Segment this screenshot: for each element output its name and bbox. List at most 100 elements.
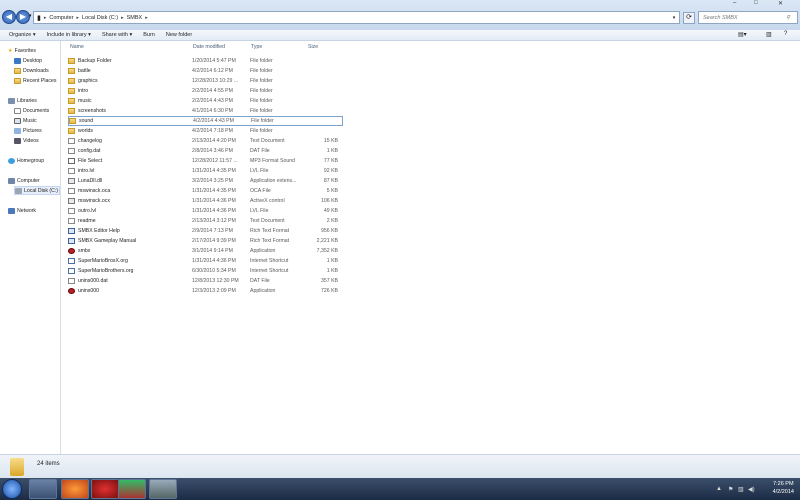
column-header-date[interactable]: Date modified <box>193 44 225 50</box>
taskbar-paint[interactable] <box>149 479 177 499</box>
nav-homegroup[interactable]: Homegroup <box>8 156 44 165</box>
file-date: 1/31/2014 4:36 PM <box>192 198 236 204</box>
view-options-icon[interactable]: ▤▾ <box>738 31 747 38</box>
breadcrumb-smbx[interactable]: SMBX <box>127 15 143 21</box>
file-name: intro <box>78 88 89 94</box>
folder-icon <box>68 98 75 104</box>
column-header-size[interactable]: Size <box>308 44 318 50</box>
file-size: 5 KB <box>326 188 338 194</box>
table-row[interactable]: unins000.dat 12/8/2013 12:30 PM DAT File 35… <box>68 276 342 286</box>
table-row[interactable]: screenshots 4/1/2014 6:30 PM File folder <box>68 106 342 116</box>
table-row[interactable]: battle 4/2/2014 6:12 PM File folder <box>68 66 342 76</box>
table-row[interactable]: sound 4/2/2014 4:43 PM File folder <box>68 116 343 126</box>
nav-favorites[interactable]: ★ Favorites <box>8 46 36 55</box>
table-row[interactable]: unins000 12/3/2013 2:09 PM Application 726 … <box>68 286 342 296</box>
documents-icon <box>14 107 21 114</box>
preview-pane-icon[interactable]: ▥ <box>766 31 772 38</box>
help-icon[interactable]: ? <box>784 31 787 37</box>
doc-icon <box>68 168 75 174</box>
nav-network[interactable]: Network <box>8 206 36 215</box>
file-type: File folder <box>251 118 274 124</box>
address-bar[interactable]: ▮ ▸ Computer ▸ Local Disk (C:) ▸ SMBX ▸ … <box>33 11 680 24</box>
nav-recent-places[interactable]: Recent Places <box>14 76 56 85</box>
navigation-pane: ★ Favorites Desktop Downloads Recent Plac… <box>0 41 61 454</box>
file-size: 357 KB <box>320 278 338 284</box>
file-type: File folder <box>250 128 273 134</box>
recent-pages-dropdown[interactable]: ▾ <box>29 13 32 19</box>
nav-downloads[interactable]: Downloads <box>14 66 49 75</box>
table-row[interactable]: graphics 12/28/2013 10:29 ... File folder <box>68 76 342 86</box>
minimize-button[interactable]: – <box>733 0 736 6</box>
maximize-button[interactable]: □ <box>754 0 758 6</box>
search-box[interactable]: ⚲ <box>698 11 798 24</box>
doc-icon <box>68 218 75 224</box>
file-type: MP3 Format Sound <box>250 158 295 164</box>
column-header-type[interactable]: Type <box>251 44 262 50</box>
organize-button[interactable]: Organize ▾ <box>9 32 36 38</box>
taskbar-explorer[interactable] <box>29 479 57 499</box>
nav-libraries[interactable]: Libraries <box>8 96 37 105</box>
table-row[interactable]: SMBX Gameplay Manual 2/17/2014 9:39 PM Ric… <box>68 236 342 246</box>
file-type: Internet Shortcut <box>250 268 289 274</box>
table-row[interactable]: Backup Folder 1/20/2014 5:47 PM File folde… <box>68 56 342 66</box>
breadcrumb-computer[interactable]: Computer <box>49 15 73 21</box>
refresh-button[interactable]: ⟳ <box>683 12 695 24</box>
column-header-name[interactable]: Name <box>70 44 84 50</box>
new-folder-button[interactable]: New folder <box>166 32 192 38</box>
table-row[interactable]: music 2/2/2014 4:43 PM File folder <box>68 96 342 106</box>
include-in-library-button[interactable]: Include in library ▾ <box>47 32 91 38</box>
nav-music[interactable]: Music <box>14 116 37 125</box>
table-row[interactable]: changelog 2/13/2014 4:20 PM Text Document 1… <box>68 136 342 146</box>
folder-icon <box>68 108 75 114</box>
table-row[interactable]: File Select 12/28/2012 11:57 ... MP3 Forma… <box>68 156 342 166</box>
clock[interactable]: 7:26 PM 4/2/2014 <box>773 480 794 496</box>
lnk-icon <box>68 258 75 264</box>
flag-icon[interactable]: ⚑ <box>728 486 733 493</box>
file-size: 2,221 KB <box>316 238 338 244</box>
doc-icon <box>68 138 75 144</box>
share-with-button[interactable]: Share with ▾ <box>102 32 132 38</box>
taskbar-firefox[interactable] <box>61 479 89 499</box>
nav-local-disk[interactable]: Local Disk (C:) <box>14 186 60 195</box>
taskbar-game[interactable] <box>118 479 146 499</box>
table-row[interactable]: intro 2/2/2014 4:55 PM File folder <box>68 86 342 96</box>
file-name: changelog <box>78 138 102 144</box>
forward-button[interactable]: ▶ <box>16 10 30 24</box>
file-size: 87 KB <box>323 178 338 184</box>
file-date: 2/2/2014 4:43 PM <box>192 98 233 104</box>
table-row[interactable]: worlds 4/2/2014 7:18 PM File folder <box>68 126 342 136</box>
file-date: 1/20/2014 5:47 PM <box>192 58 236 64</box>
start-button[interactable] <box>2 479 22 499</box>
nav-computer[interactable]: Computer <box>8 176 40 185</box>
rtf-icon <box>68 238 75 244</box>
table-row[interactable]: SuperMarioBrothers.org 6/30/2010 5:34 PM I… <box>68 266 342 276</box>
back-button[interactable]: ◀ <box>2 10 16 24</box>
tray-expand-icon[interactable]: ▲ <box>716 486 722 492</box>
file-name: screenshots <box>78 108 106 114</box>
chevron-down-icon[interactable]: ▾ <box>669 15 679 21</box>
pictures-icon <box>14 127 21 134</box>
rtf-icon <box>68 228 75 234</box>
table-row[interactable]: outro.lvl 1/31/2014 4:36 PM LVL File 49 KB <box>68 206 342 216</box>
table-row[interactable]: mswinsck.ocx 1/31/2014 4:36 PM ActiveX con… <box>68 196 342 206</box>
file-name: mswinsck.ocx <box>78 198 110 204</box>
search-input[interactable] <box>703 14 783 21</box>
network-tray-icon[interactable]: ▥ <box>738 486 744 493</box>
table-row[interactable]: smbx 3/1/2014 9:14 PM Application 7,352 KB <box>68 246 342 256</box>
table-row[interactable]: SMBX Editor Help 2/9/2014 7:13 PM Rich Tex… <box>68 226 342 236</box>
close-button[interactable]: ✕ <box>778 0 783 7</box>
breadcrumb-local-disk[interactable]: Local Disk (C:) <box>82 15 118 21</box>
table-row[interactable]: LunaDll.dll 3/2/2014 3:25 PM Application e… <box>68 176 342 186</box>
taskbar-smbx[interactable] <box>91 479 119 499</box>
nav-pictures[interactable]: Pictures <box>14 126 42 135</box>
table-row[interactable]: SuperMarioBrosX.org 1/31/2014 4:36 PM Inte… <box>68 256 342 266</box>
nav-documents[interactable]: Documents <box>14 106 49 115</box>
nav-videos[interactable]: Videos <box>14 136 39 145</box>
burn-button[interactable]: Burn <box>143 32 155 38</box>
nav-desktop[interactable]: Desktop <box>14 56 42 65</box>
table-row[interactable]: intro.lvl 1/31/2014 4:35 PM LVL File 92 KB <box>68 166 342 176</box>
table-row[interactable]: config.dat 2/8/2014 3:46 PM DAT File 1 KB <box>68 146 342 156</box>
table-row[interactable]: readme 2/13/2014 3:12 PM Text Document 2 KB <box>68 216 342 226</box>
table-row[interactable]: mswinsck.oca 1/31/2014 4:35 PM OCA File 5 K… <box>68 186 342 196</box>
volume-icon[interactable]: ◀) <box>748 486 755 493</box>
